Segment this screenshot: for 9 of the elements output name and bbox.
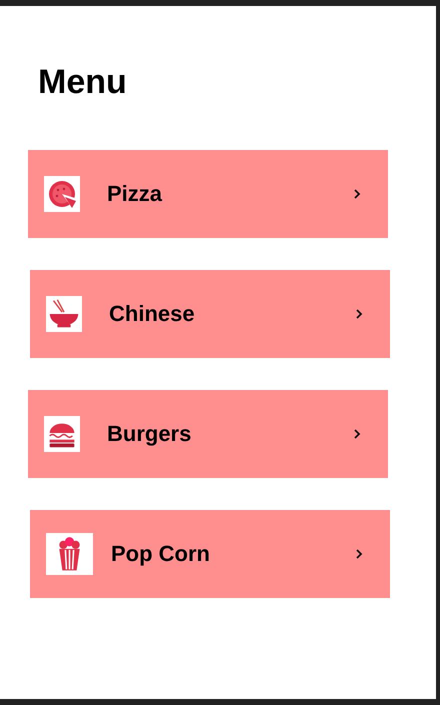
chevron-right-icon: [354, 307, 364, 321]
chevron-right-icon: [352, 427, 362, 441]
menu-item[interactable]: Burgers: [28, 390, 388, 478]
menu-item[interactable]: Pizza: [28, 150, 388, 238]
chevron-right-icon: [352, 187, 362, 201]
chevron-right-icon: [354, 547, 364, 561]
page-title: Menu: [38, 62, 128, 102]
menu-item[interactable]: Pop Corn: [30, 510, 390, 598]
menu-item[interactable]: Chinese: [30, 270, 390, 358]
